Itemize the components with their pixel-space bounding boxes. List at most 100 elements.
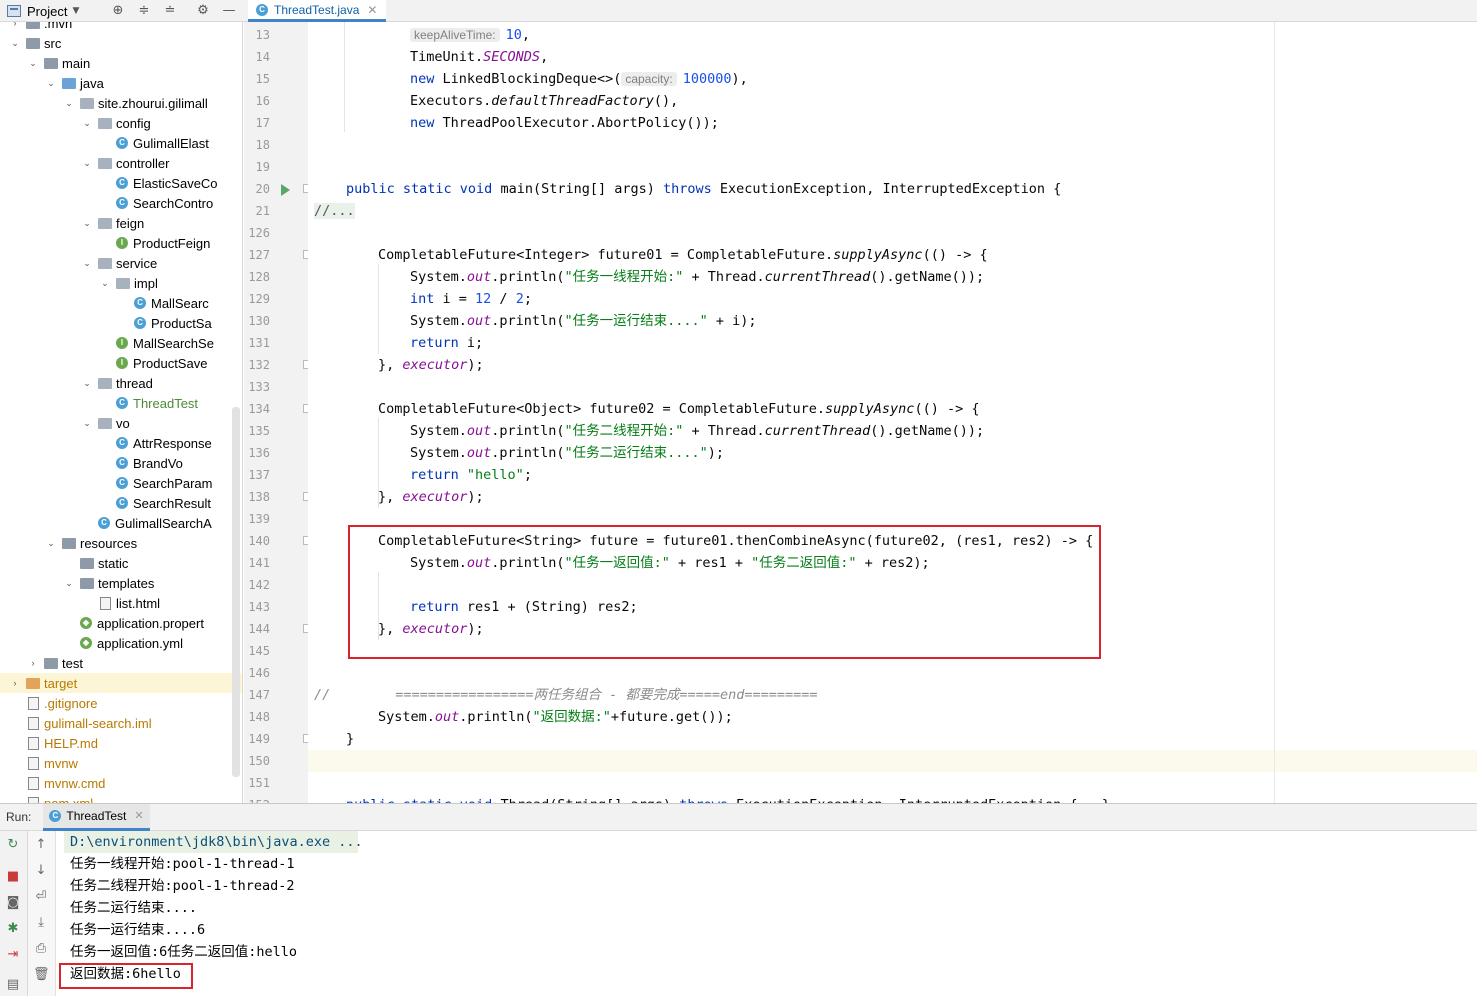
chevron-down-icon[interactable]: ⌄ — [82, 118, 92, 129]
tree-item[interactable]: ⌄ controller — [0, 153, 242, 173]
tree-item[interactable]: gulimall-search.iml — [0, 713, 242, 733]
line-number[interactable]: 137 — [244, 464, 270, 486]
tree-item[interactable]: C SearchResult — [0, 493, 242, 513]
chevron-down-icon[interactable]: ⌄ — [82, 378, 92, 389]
line-number[interactable]: 126 — [244, 222, 270, 244]
expand-all-icon[interactable]: ≑ — [136, 3, 152, 19]
tree-item[interactable]: ⌄ impl — [0, 273, 242, 293]
chevron-down-icon[interactable]: ⌄ — [28, 58, 38, 69]
tree-item[interactable]: I MallSearchSe — [0, 333, 242, 353]
stop-icon[interactable]: ■ — [5, 869, 21, 885]
tree-item[interactable]: ⌄ thread — [0, 373, 242, 393]
line-number[interactable]: 147 — [244, 684, 270, 706]
tree-item[interactable]: mvnw.cmd — [0, 773, 242, 793]
chevron-right-icon[interactable]: › — [10, 678, 20, 688]
tree-item[interactable]: list.html — [0, 593, 242, 613]
tree-item[interactable]: C ElasticSaveCo — [0, 173, 242, 193]
hide-icon[interactable]: — — [221, 3, 237, 19]
arrow-up-icon[interactable]: ↑ — [33, 837, 49, 853]
tree-item[interactable]: ⌄ resources — [0, 533, 242, 553]
line-number[interactable]: 135 — [244, 420, 270, 442]
chevron-down-icon[interactable]: ⌄ — [46, 538, 56, 549]
line-number[interactable]: 148 — [244, 706, 270, 728]
chevron-down-icon[interactable]: ⌄ — [64, 578, 74, 589]
line-number[interactable]: 144 — [244, 618, 270, 640]
camera-icon[interactable]: ◙ — [5, 895, 21, 911]
tree-item[interactable]: I ProductSave — [0, 353, 242, 373]
tab-run-threadtest[interactable]: C ThreadTest ✕ — [43, 803, 150, 831]
line-number[interactable]: 18 — [244, 134, 270, 156]
line-number[interactable]: 139 — [244, 508, 270, 530]
line-number[interactable]: 14 — [244, 46, 270, 68]
chevron-down-icon[interactable]: ⌄ — [82, 158, 92, 169]
line-number[interactable]: 140 — [244, 530, 270, 552]
tab-threadtest[interactable]: C ThreadTest.java ✕ — [248, 0, 386, 22]
line-number[interactable]: 17 — [244, 112, 270, 134]
print-icon[interactable]: ⎙ — [33, 941, 49, 957]
tree-item[interactable]: ⌄ feign — [0, 213, 242, 233]
tree-item[interactable]: C MallSearc — [0, 293, 242, 313]
tree-item[interactable]: C GulimallElast — [0, 133, 242, 153]
tree-item[interactable]: ⌄ config — [0, 113, 242, 133]
tree-item[interactable]: ⌄ main — [0, 53, 242, 73]
tree-item[interactable]: ◆ application.propert — [0, 613, 242, 633]
chevron-down-icon[interactable]: ⌄ — [82, 418, 92, 429]
chevron-down-icon[interactable]: ⌄ — [82, 258, 92, 269]
line-number[interactable]: 151 — [244, 772, 270, 794]
tree-item[interactable]: › test — [0, 653, 242, 673]
tree-item[interactable]: C BrandVo — [0, 453, 242, 473]
line-number[interactable]: 150 — [244, 750, 270, 772]
scroll-to-end-icon[interactable]: ⤓ — [33, 915, 49, 931]
line-number[interactable]: 145 — [244, 640, 270, 662]
chevron-down-icon[interactable]: ⌄ — [100, 278, 110, 289]
trash-icon[interactable]: 🗑 — [33, 967, 50, 983]
tree-item[interactable]: C SearchContro — [0, 193, 242, 213]
code-editor[interactable]: keepAliveTime: 10, TimeUnit.SECONDS, new Li… — [308, 22, 1477, 803]
line-number[interactable]: 21 — [244, 200, 270, 222]
close-icon[interactable]: ✕ — [134, 809, 143, 822]
tree-item[interactable]: C GulimallSearchA — [0, 513, 242, 533]
soft-wrap-icon[interactable]: ⏎ — [33, 889, 49, 905]
line-number[interactable]: 15 — [244, 68, 270, 90]
tree-item[interactable]: ⌄ site.zhourui.gilimall — [0, 93, 242, 113]
line-number[interactable]: 19 — [244, 156, 270, 178]
line-number[interactable]: 130 — [244, 310, 270, 332]
tree-item[interactable]: static — [0, 553, 242, 573]
tree-item[interactable]: ⌄ service — [0, 253, 242, 273]
console-command[interactable]: D:\environment\jdk8\bin\java.exe ... — [70, 831, 363, 853]
console-output[interactable]: D:\environment\jdk8\bin\java.exe ... 任务一… — [56, 831, 1477, 996]
tree-item[interactable]: mvnw — [0, 753, 242, 773]
line-number[interactable]: 143 — [244, 596, 270, 618]
locate-icon[interactable]: ⊕ — [110, 3, 126, 19]
tree-item[interactable]: C SearchParam — [0, 473, 242, 493]
debug-icon[interactable]: ✱ — [5, 921, 21, 937]
line-number[interactable]: 20 — [244, 178, 270, 200]
gear-icon[interactable]: ⚙ — [195, 3, 211, 19]
line-number[interactable]: 132 — [244, 354, 270, 376]
arrow-down-icon[interactable]: ↓ — [33, 863, 49, 879]
tree-item[interactable]: .gitignore — [0, 693, 242, 713]
tree-item[interactable]: › target — [0, 673, 242, 693]
line-number[interactable]: 16 — [244, 90, 270, 112]
tree-item[interactable]: › .mvn — [0, 22, 242, 33]
tree-item[interactable]: C ProductSa — [0, 313, 242, 333]
rerun-icon[interactable]: ↻ — [5, 837, 21, 853]
collapse-all-icon[interactable]: ≐ — [162, 3, 178, 19]
chevron-down-icon[interactable]: ▼ — [72, 6, 79, 16]
line-number[interactable]: 149 — [244, 728, 270, 750]
run-icon[interactable] — [281, 184, 290, 196]
tree-item[interactable]: ⌄ templates — [0, 573, 242, 593]
line-number[interactable]: 13 — [244, 24, 270, 46]
tree-item[interactable]: ⌄ java — [0, 73, 242, 93]
tree-item[interactable]: C ThreadTest — [0, 393, 242, 413]
chevron-down-icon[interactable]: ⌄ — [46, 78, 56, 89]
tree-item[interactable]: ⌄ vo — [0, 413, 242, 433]
layout-icon[interactable]: ▤ — [5, 977, 21, 993]
line-number[interactable]: 146 — [244, 662, 270, 684]
chevron-right-icon[interactable]: › — [28, 658, 38, 668]
line-number[interactable]: 142 — [244, 574, 270, 596]
line-number[interactable]: 128 — [244, 266, 270, 288]
chevron-down-icon[interactable]: ⌄ — [64, 98, 74, 109]
close-icon[interactable]: ✕ — [367, 3, 377, 17]
chevron-down-icon[interactable]: ⌄ — [10, 38, 20, 49]
